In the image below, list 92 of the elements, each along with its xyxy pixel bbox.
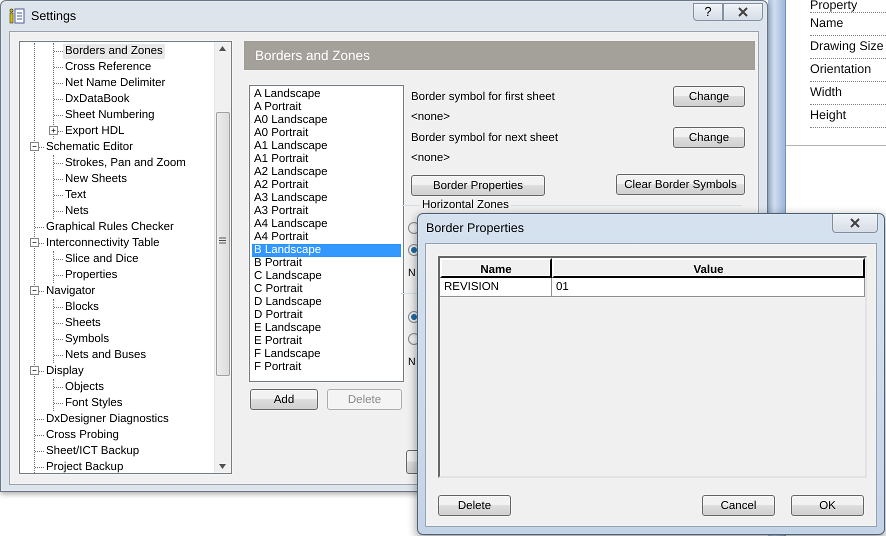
clear-button[interactable]: Clear Border Symbols (616, 174, 745, 195)
tree-item[interactable]: Blocks (63, 300, 101, 314)
list-item[interactable]: A0 Landscape (252, 114, 401, 127)
list-item[interactable]: A1 Portrait (252, 153, 401, 166)
dialog-button[interactable]: Delete (438, 495, 511, 516)
tree-item[interactable]: Objects (63, 380, 106, 394)
collapse-icon[interactable] (30, 286, 39, 295)
property-label: Orientation (810, 59, 886, 82)
scrollbar[interactable] (214, 42, 231, 473)
tree-item[interactable]: DxDesigner Diagnostics (44, 412, 171, 426)
column-header[interactable]: Name (440, 258, 552, 278)
tree-item[interactable]: Sheet Numbering (63, 108, 156, 122)
list-item[interactable]: B Portrait (252, 257, 401, 270)
list-item[interactable]: F Portrait (252, 361, 401, 374)
dialog-button[interactable]: OK (791, 495, 864, 516)
list-item[interactable]: A0 Portrait (252, 127, 401, 140)
scroll-thumb[interactable] (216, 112, 230, 376)
list-item[interactable]: E Portrait (252, 335, 401, 348)
list-item[interactable]: C Portrait (252, 283, 401, 296)
change-button[interactable]: Change (673, 127, 745, 148)
border-properties-button[interactable]: Border Properties (411, 175, 545, 196)
close-icon (849, 218, 861, 228)
tree-item[interactable]: Export HDL (63, 124, 126, 138)
tree-item[interactable]: Cross Probing (44, 428, 121, 442)
tree-item[interactable]: Properties (63, 268, 120, 282)
scroll-up-icon[interactable] (219, 46, 226, 51)
list-item[interactable]: A4 Landscape (252, 218, 401, 231)
tree-item[interactable]: Strokes, Pan and Zoom (63, 156, 188, 170)
close-button[interactable] (723, 2, 763, 20)
dialog-title: Border Properties (426, 221, 524, 235)
collapse-icon[interactable] (30, 238, 39, 247)
symbol-value: <none> (411, 151, 452, 166)
tree-item[interactable]: Cross Reference (63, 60, 154, 74)
property-label: Height (810, 105, 886, 128)
collapse-icon[interactable] (30, 142, 39, 151)
list-item[interactable]: A4 Portrait (252, 231, 401, 244)
list-item[interactable]: A2 Portrait (252, 179, 401, 192)
close-icon (737, 6, 749, 16)
field-label: Border symbol for next sheet (411, 132, 558, 144)
property-label: Drawing Size (810, 36, 886, 59)
list-item[interactable]: A3 Portrait (252, 205, 401, 218)
property-label: Property (810, 0, 886, 13)
tree-item[interactable]: Net Name Delimiter (63, 76, 168, 90)
symbol-value: <none> (411, 110, 452, 125)
tree-item[interactable]: New Sheets (63, 172, 130, 186)
field-label: N (408, 266, 416, 280)
expand-icon[interactable] (49, 126, 58, 135)
panel-header: Borders and Zones (244, 41, 755, 70)
window-title: Settings (31, 8, 76, 22)
tree-item[interactable]: Graphical Rules Checker (44, 220, 176, 234)
list-item[interactable]: A Landscape (252, 88, 401, 101)
tree-item[interactable]: Project Backup (44, 460, 126, 473)
column-header[interactable]: Value (552, 258, 865, 278)
field-label: Border symbol for first sheet (411, 90, 555, 102)
property-label: Name (810, 13, 886, 36)
list-item[interactable]: A Portrait (252, 101, 401, 114)
list-item[interactable]: D Landscape (252, 296, 401, 309)
list-item[interactable]: C Landscape (252, 270, 401, 283)
table-cell: 01 (552, 278, 865, 297)
tree-item[interactable]: Nets and Buses (63, 348, 148, 362)
tree-item[interactable]: Slice and Dice (63, 252, 141, 266)
list-item[interactable]: E Landscape (252, 322, 401, 335)
close-button[interactable] (832, 214, 878, 233)
help-button[interactable]: ? (693, 2, 723, 20)
dialog-button[interactable]: Cancel (702, 495, 775, 516)
tree-item[interactable]: Display (44, 364, 86, 378)
field-label: N (408, 355, 416, 369)
tree-item[interactable]: Text (63, 188, 88, 202)
tree-item[interactable]: Schematic Editor (44, 140, 135, 154)
change-button[interactable]: Change (673, 86, 745, 107)
list-item[interactable]: F Landscape (252, 348, 401, 361)
property-label: Width (810, 82, 886, 105)
tree-item[interactable]: Sheets (63, 316, 103, 330)
table-cell: REVISION (440, 278, 552, 297)
scroll-down-icon[interactable] (219, 464, 226, 469)
list-item[interactable]: A1 Landscape (252, 140, 401, 153)
tree-item[interactable]: DxDataBook (63, 92, 132, 106)
tree-item[interactable]: Font Styles (63, 396, 125, 410)
tree-item[interactable]: Borders and Zones (63, 44, 165, 58)
app-icon (9, 8, 25, 24)
tree-item[interactable]: Nets (63, 204, 91, 218)
list-item[interactable]: A3 Landscape (252, 192, 401, 205)
list-item[interactable]: A2 Landscape (252, 166, 401, 179)
tree-item[interactable]: Navigator (44, 284, 98, 298)
list-item[interactable]: D Portrait (252, 309, 401, 322)
tree-item[interactable]: Symbols (63, 332, 112, 346)
tree-item[interactable]: Interconnectivity Table (44, 236, 162, 250)
grip-icon (219, 237, 226, 244)
group-title: Horizontal Zones (422, 199, 509, 211)
tree-item[interactable]: Sheet/ICT Backup (44, 444, 142, 458)
add-button[interactable]: Add (250, 389, 318, 410)
collapse-icon[interactable] (30, 366, 39, 375)
